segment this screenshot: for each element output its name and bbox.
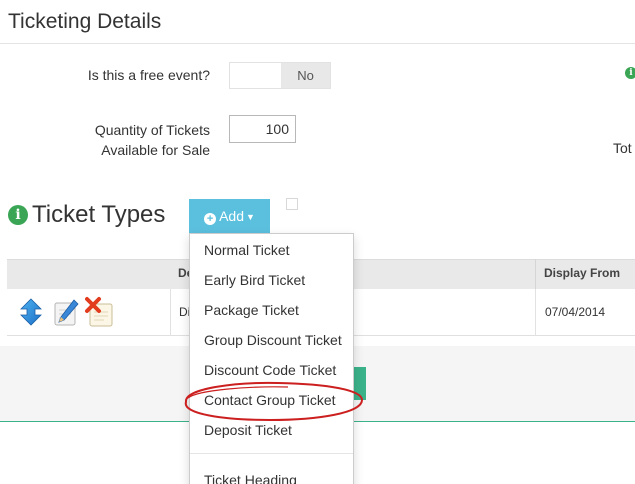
- menu-item-group-discount-ticket[interactable]: Group Discount Ticket: [204, 332, 342, 348]
- toggle-no-label[interactable]: No: [281, 63, 330, 88]
- row-display-from: 07/04/2014: [545, 305, 606, 319]
- header-display-from[interactable]: Display From: [544, 266, 620, 280]
- quantity-label-line2: Available for Sale: [101, 142, 210, 158]
- menu-item-discount-code-ticket[interactable]: Discount Code Ticket: [204, 362, 336, 378]
- quantity-input[interactable]: 100: [229, 115, 296, 143]
- plus-circle-icon: +: [204, 213, 217, 225]
- toggle-knob[interactable]: [230, 63, 281, 88]
- ticket-types-title: Ticket Types: [32, 201, 166, 228]
- section-title: Ticketing Details: [8, 10, 162, 33]
- title-divider: [0, 43, 635, 44]
- highlight-oval: [184, 381, 364, 422]
- add-ticket-button[interactable]: + Add ▼: [189, 199, 270, 233]
- free-event-label: Is this a free event?: [87, 67, 210, 83]
- up-down-arrows-icon[interactable]: [20, 298, 42, 326]
- quantity-label-line1: Quantity of Tickets: [94, 122, 210, 138]
- quantity-label: Quantity of Tickets Available for Sale: [40, 120, 210, 160]
- menu-item-normal-ticket[interactable]: Normal Ticket: [204, 242, 290, 258]
- row-divider: [535, 289, 536, 336]
- column-toggle-box[interactable]: [286, 198, 298, 210]
- row-divider: [170, 289, 171, 336]
- add-button-label: Add: [219, 208, 244, 224]
- total-label: Tot: [613, 140, 632, 156]
- menu-item-package-ticket[interactable]: Package Ticket: [204, 302, 299, 318]
- pencil-edit-icon[interactable]: [52, 297, 80, 327]
- menu-item-ticket-heading[interactable]: Ticket Heading: [204, 472, 297, 484]
- delete-x-icon[interactable]: [84, 296, 116, 328]
- add-ticket-dropdown: Normal Ticket Early Bird Ticket Package …: [189, 233, 354, 484]
- menu-item-early-bird-ticket[interactable]: Early Bird Ticket: [204, 272, 305, 288]
- menu-item-deposit-ticket[interactable]: Deposit Ticket: [204, 422, 292, 438]
- chevron-down-icon: ▼: [246, 212, 255, 222]
- info-icon[interactable]: i: [625, 67, 635, 79]
- header-divider: [535, 259, 536, 289]
- free-event-toggle[interactable]: No: [229, 62, 331, 89]
- ticket-types-info-icon[interactable]: i: [8, 205, 28, 225]
- menu-divider: [190, 453, 353, 454]
